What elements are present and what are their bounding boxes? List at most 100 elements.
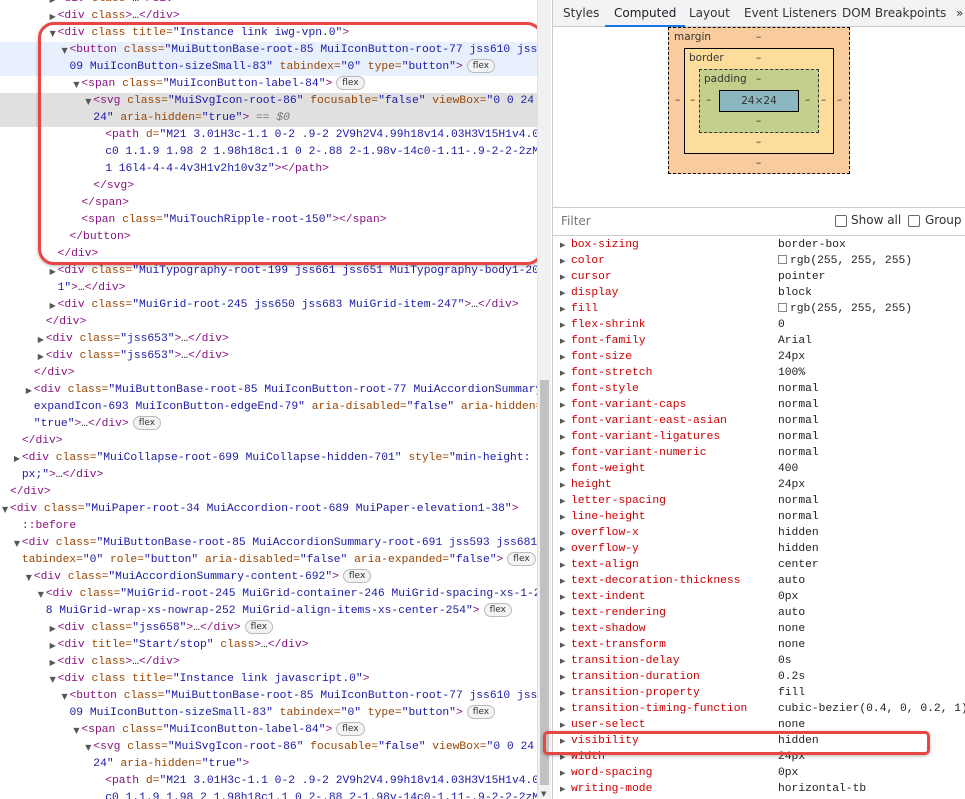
tab-event-listeners[interactable]: Event Listeners [744, 0, 837, 27]
computed-property-transition-timing-function[interactable]: ▶ transition-timing-function cubic-bezier(… [553, 701, 965, 717]
expanded-triangle-icon[interactable]: ▼ [50, 671, 56, 688]
expand-triangle-icon[interactable]: ▶ [560, 381, 565, 397]
dom-tree-line[interactable]: ▼ <div class="MuiButtonBase-root-85 MuiAc… [0, 535, 537, 552]
dom-tree-line[interactable]: ▼ <div class="MuiAccordionSummary-content… [0, 569, 537, 586]
tab-layout[interactable]: Layout [689, 0, 730, 27]
padding-right-value[interactable]: – [805, 94, 810, 106]
color-swatch-icon[interactable] [778, 303, 787, 312]
expand-triangle-icon[interactable]: ▶ [560, 397, 565, 413]
dom-tree-line[interactable]: ▶ <div title="Start/stop" class>…</div> [0, 637, 537, 654]
collapsed-triangle-icon[interactable]: ▶ [14, 450, 20, 467]
scroll-down-arrow-icon[interactable]: ▼ [541, 790, 546, 798]
expand-triangle-icon[interactable]: ▶ [560, 237, 565, 253]
expand-triangle-icon[interactable]: ▶ [560, 781, 565, 797]
expand-triangle-icon[interactable]: ▶ [560, 285, 565, 301]
scrollbar-thumb[interactable] [540, 380, 549, 785]
group-label[interactable]: Group [925, 213, 962, 227]
dom-tree-line[interactable]: 24" aria-hidden="true"> [0, 756, 537, 773]
computed-property-text-decoration-thickness[interactable]: ▶ text-decoration-thickness auto [553, 573, 965, 589]
dom-tree-line[interactable]: </div> [0, 314, 537, 331]
filter-input[interactable]: Filter [561, 214, 591, 228]
color-swatch-icon[interactable] [778, 255, 787, 264]
flex-badge[interactable]: flex [336, 722, 365, 736]
computed-property-cursor[interactable]: ▶ cursor pointer [553, 269, 965, 285]
expand-triangle-icon[interactable]: ▶ [560, 429, 565, 445]
collapsed-triangle-icon[interactable]: ▶ [50, 0, 56, 8]
expand-triangle-icon[interactable]: ▶ [560, 365, 565, 381]
dom-tree-line[interactable]: ▶ <div class="MuiCollapse-root-699 MuiCol… [0, 450, 537, 467]
margin-bottom-value[interactable]: – [756, 157, 761, 169]
tab-computed[interactable]: Computed [605, 0, 686, 27]
flex-badge[interactable]: flex [342, 569, 372, 583]
collapsed-triangle-icon[interactable]: ▶ [50, 263, 56, 280]
dom-tree-line[interactable]: </div> [0, 484, 537, 501]
flex-badge[interactable]: flex [483, 603, 512, 617]
computed-property-font-variant-caps[interactable]: ▶ font-variant-caps normal [553, 397, 965, 413]
expand-triangle-icon[interactable]: ▶ [560, 765, 565, 781]
expand-triangle-icon[interactable]: ▶ [560, 253, 565, 269]
expanded-triangle-icon[interactable]: ▼ [14, 535, 20, 552]
computed-property-font-weight[interactable]: ▶ font-weight 400 [553, 461, 965, 477]
expand-triangle-icon[interactable]: ▶ [560, 445, 565, 461]
expand-triangle-icon[interactable]: ▶ [560, 637, 565, 653]
tab-dom-breakpoints[interactable]: DOM Breakpoints [842, 0, 946, 27]
dom-tree-line[interactable]: 09 MuiIconButton-sizeSmall-83" tabindex=… [0, 705, 537, 722]
margin-left-value[interactable]: – [675, 94, 680, 106]
dom-tree-line[interactable]: "true">…</div> flex [0, 416, 537, 433]
flex-badge[interactable]: flex [466, 705, 496, 719]
expand-triangle-icon[interactable]: ▶ [560, 509, 565, 525]
dom-tree-line[interactable]: ▼ <svg class="MuiSvgIcon-root-86" focusab… [0, 739, 537, 756]
expand-triangle-icon[interactable]: ▶ [560, 493, 565, 509]
expanded-triangle-icon[interactable]: ▼ [26, 569, 32, 586]
expand-triangle-icon[interactable]: ▶ [560, 589, 565, 605]
collapsed-triangle-icon[interactable]: ▶ [50, 654, 56, 671]
collapsed-triangle-icon[interactable]: ▶ [50, 637, 56, 654]
computed-property-color[interactable]: ▶ color rgb(255, 255, 255) [553, 253, 965, 269]
dom-tree-line[interactable]: tabindex="0" role="button" aria-disabled… [0, 552, 537, 569]
expand-triangle-icon[interactable]: ▶ [560, 605, 565, 621]
flex-badge[interactable]: flex [132, 416, 162, 430]
dom-tree-line[interactable]: ▶ <div class="jss658">…</div> flex [0, 620, 537, 637]
border-right-value[interactable]: – [821, 94, 826, 106]
dom-tree-line[interactable]: ▶ <div class="jss653">…</div> [0, 331, 537, 348]
group-checkbox[interactable] [908, 215, 920, 227]
expand-triangle-icon[interactable]: ▶ [560, 301, 565, 317]
border-bottom-value[interactable]: – [756, 136, 761, 148]
collapsed-triangle-icon[interactable]: ▶ [50, 297, 56, 314]
dom-tree-line[interactable]: </div> [0, 365, 537, 382]
computed-property-letter-spacing[interactable]: ▶ letter-spacing normal [553, 493, 965, 509]
computed-property-fill[interactable]: ▶ fill rgb(255, 255, 255) [553, 301, 965, 317]
margin-top-value[interactable]: – [756, 31, 761, 43]
dom-tree-line[interactable]: ▼ <span class="MuiIconButton-label-84"> fl… [0, 722, 537, 739]
computed-property-transition-property[interactable]: ▶ transition-property fill [553, 685, 965, 701]
expand-triangle-icon[interactable]: ▶ [560, 413, 565, 429]
computed-property-text-rendering[interactable]: ▶ text-rendering auto [553, 605, 965, 621]
expanded-triangle-icon[interactable]: ▼ [62, 688, 68, 705]
show-all-label[interactable]: Show all [851, 213, 901, 227]
tab-styles[interactable]: Styles [563, 0, 599, 27]
computed-property-display[interactable]: ▶ display block [553, 285, 965, 301]
computed-property-text-transform[interactable]: ▶ text-transform none [553, 637, 965, 653]
computed-property-font-size[interactable]: ▶ font-size 24px [553, 349, 965, 365]
dom-tree-line[interactable]: ▶ <div class="MuiButtonBase-root-85 MuiIc… [0, 382, 537, 399]
computed-property-text-shadow[interactable]: ▶ text-shadow none [553, 621, 965, 637]
computed-property-text-indent[interactable]: ▶ text-indent 0px [553, 589, 965, 605]
padding-top-value[interactable]: – [756, 73, 761, 85]
border-left-value[interactable]: – [690, 94, 695, 106]
expand-triangle-icon[interactable]: ▶ [560, 701, 565, 717]
computed-property-writing-mode[interactable]: ▶ writing-mode horizontal-tb [553, 781, 965, 797]
collapsed-triangle-icon[interactable]: ▶ [38, 348, 44, 365]
dom-tree-line[interactable]: ▼ <button class="MuiButtonBase-root-85 Mu… [0, 688, 538, 705]
collapsed-triangle-icon[interactable]: ▶ [50, 620, 56, 637]
computed-property-font-family[interactable]: ▶ font-family Arial [553, 333, 965, 349]
computed-property-text-align[interactable]: ▶ text-align center [553, 557, 965, 573]
dom-tree-line[interactable]: expandIcon-693 MuiIconButton-edgeEnd-79"… [0, 399, 537, 416]
expand-triangle-icon[interactable]: ▶ [560, 541, 565, 557]
computed-property-overflow-y[interactable]: ▶ overflow-y hidden [553, 541, 965, 557]
content-box[interactable]: 24×24 [719, 90, 799, 112]
collapsed-triangle-icon[interactable]: ▶ [26, 382, 32, 399]
computed-property-height[interactable]: ▶ height 24px [553, 477, 965, 493]
dom-tree-line[interactable]: px;">…</div> [0, 467, 537, 484]
computed-property-transition-delay[interactable]: ▶ transition-delay 0s [553, 653, 965, 669]
computed-property-overflow-x[interactable]: ▶ overflow-x hidden [553, 525, 965, 541]
